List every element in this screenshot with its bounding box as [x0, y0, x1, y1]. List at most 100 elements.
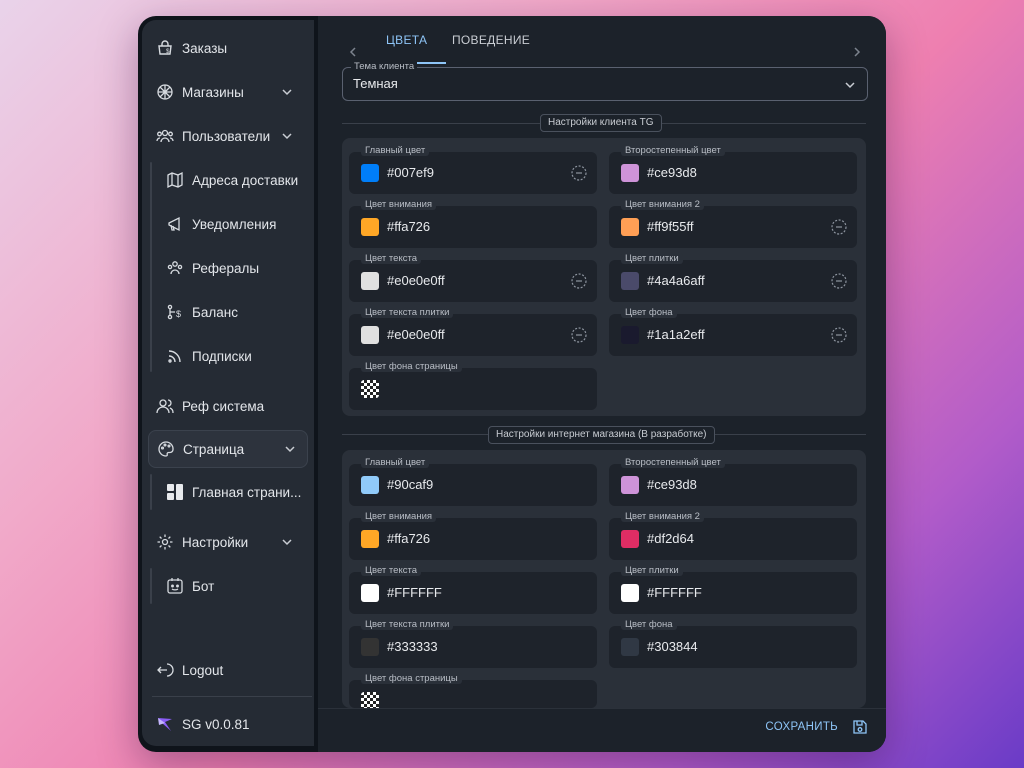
field-value: #303844 — [647, 639, 698, 654]
sidebar-item-orders[interactable]: $ Заказы — [148, 30, 304, 66]
color-swatch[interactable] — [621, 584, 639, 602]
theme-select[interactable]: Тема клиента Темная — [342, 61, 868, 101]
field-label: Цвет текста плитки — [361, 619, 454, 630]
clear-icon[interactable] — [571, 165, 587, 181]
field-label: Цвет внимания 2 — [621, 511, 704, 522]
color-swatch[interactable] — [621, 530, 639, 548]
field-label: Цвет фона страницы — [361, 673, 462, 684]
sidebar-item-label: Настройки — [182, 534, 249, 550]
color-swatch[interactable] — [361, 326, 379, 344]
field-label: Цвет внимания — [361, 199, 437, 210]
color-field[interactable]: Цвет текста #e0e0e0ff — [349, 253, 597, 302]
color-swatch[interactable] — [621, 476, 639, 494]
color-field[interactable]: Второстепенный цвет #ce93d8 — [609, 145, 857, 194]
save-button[interactable]: СОХРАНИТЬ — [765, 721, 838, 733]
color-swatch[interactable] — [621, 326, 639, 344]
scroll-right-icon[interactable] — [852, 46, 862, 58]
clear-icon[interactable] — [831, 327, 847, 343]
color-swatch[interactable] — [361, 476, 379, 494]
color-field[interactable]: Цвет плитки #FFFFFF — [609, 565, 857, 614]
color-field[interactable]: Цвет фона #303844 — [609, 619, 857, 668]
referrals-icon — [166, 259, 184, 277]
theme-select-label: Тема клиента — [351, 61, 418, 72]
field-label: Цвет плитки — [621, 565, 683, 576]
sidebar-item-label: Подписки — [192, 348, 252, 364]
section-title: Настройки интернет магазина (В разработк… — [488, 426, 715, 444]
color-field[interactable]: Цвет текста плитки #333333 — [349, 619, 597, 668]
color-field[interactable]: Цвет фона #1a1a2eff — [609, 307, 857, 356]
sidebar-item-notifications[interactable]: Уведомления — [160, 206, 308, 242]
sidebar-item-main-page[interactable]: Главная страни... — [160, 474, 308, 510]
palette-icon — [157, 440, 175, 458]
color-swatch[interactable] — [361, 218, 379, 236]
color-field[interactable]: Цвет внимания #ffa726 — [349, 511, 597, 560]
footer-bar: СОХРАНИТЬ — [318, 708, 886, 752]
sidebar-item-label: Страница — [183, 441, 245, 457]
color-field[interactable]: Цвет внимания #ffa726 — [349, 199, 597, 248]
main-content: ЦВЕТА ПОВЕДЕНИЕ Тема клиента Темная Наст… — [318, 16, 886, 752]
color-field[interactable]: Цвет внимания 2 #ff9f55ff — [609, 199, 857, 248]
sidebar-item-settings[interactable]: Настройки — [148, 524, 304, 560]
sidebar: $ Заказы Магазины Пользователи Адреса до… — [142, 20, 314, 746]
save-icon[interactable] — [852, 719, 868, 735]
section-title: Настройки клиента TG — [540, 114, 662, 132]
color-swatch[interactable] — [621, 638, 639, 656]
field-label: Цвет фона — [621, 307, 677, 318]
field-label: Второстепенный цвет — [621, 145, 725, 156]
tab-colors[interactable]: ЦВЕТА — [386, 33, 427, 47]
sidebar-item-balance[interactable]: $ Баланс — [160, 294, 308, 330]
color-field[interactable]: Цвет фона страницы — [349, 673, 597, 710]
theme-select-value: Темная — [353, 76, 398, 91]
color-swatch[interactable] — [621, 164, 639, 182]
scroll-left-icon[interactable] — [348, 46, 358, 58]
sidebar-item-label: Заказы — [182, 40, 228, 56]
color-field[interactable]: Цвет фона страницы — [349, 361, 597, 410]
transparent-swatch[interactable] — [361, 380, 379, 398]
sidebar-item-ref-system[interactable]: Реф система — [148, 388, 304, 424]
sidebar-item-label: Главная страни... — [192, 484, 302, 500]
chevron-down-icon — [843, 78, 857, 92]
color-swatch[interactable] — [621, 272, 639, 290]
megaphone-icon — [166, 215, 184, 233]
color-field[interactable]: Цвет плитки #4a4a6aff — [609, 253, 857, 302]
clear-icon[interactable] — [831, 273, 847, 289]
sidebar-item-bot[interactable]: Бот — [160, 568, 308, 604]
field-label: Главный цвет — [361, 457, 430, 468]
color-field[interactable]: Второстепенный цвет #ce93d8 — [609, 457, 857, 506]
color-field[interactable]: Главный цвет #90caf9 — [349, 457, 597, 506]
color-swatch[interactable] — [621, 218, 639, 236]
sidebar-item-label: Рефералы — [192, 260, 260, 276]
field-value: #e0e0e0ff — [387, 327, 445, 342]
color-swatch[interactable] — [361, 164, 379, 182]
clear-icon[interactable] — [571, 273, 587, 289]
clear-icon[interactable] — [571, 327, 587, 343]
field-label: Главный цвет — [361, 145, 430, 156]
field-value: #ce93d8 — [647, 165, 697, 180]
color-field[interactable]: Цвет текста плитки #e0e0e0ff — [349, 307, 597, 356]
app-version: SG v0.0.81 — [148, 706, 304, 742]
svg-text:$: $ — [176, 309, 181, 319]
field-value: #ffa726 — [387, 219, 431, 234]
sidebar-item-label: Магазины — [182, 84, 244, 100]
color-swatch[interactable] — [361, 584, 379, 602]
color-swatch[interactable] — [361, 638, 379, 656]
version-label: SG v0.0.81 — [182, 716, 250, 732]
color-swatch[interactable] — [361, 272, 379, 290]
color-field[interactable]: Главный цвет #007ef9 — [349, 145, 597, 194]
field-label: Цвет фона страницы — [361, 361, 462, 372]
color-field[interactable]: Цвет текста #FFFFFF — [349, 565, 597, 614]
clear-icon[interactable] — [831, 219, 847, 235]
sidebar-item-delivery-addresses[interactable]: Адреса доставки — [160, 162, 308, 198]
sidebar-item-subscriptions[interactable]: Подписки — [160, 338, 308, 374]
sidebar-item-page[interactable]: Страница — [148, 430, 308, 468]
tab-behavior[interactable]: ПОВЕДЕНИЕ — [452, 33, 530, 47]
sidebar-item-logout[interactable]: Logout — [148, 652, 304, 688]
sidebar-item-shops[interactable]: Магазины — [148, 74, 304, 110]
color-swatch[interactable] — [361, 530, 379, 548]
color-field[interactable]: Цвет внимания 2 #df2d64 — [609, 511, 857, 560]
field-value: #FFFFFF — [647, 585, 702, 600]
sidebar-item-users[interactable]: Пользователи — [148, 118, 304, 154]
sidebar-item-referrals[interactable]: Рефералы — [160, 250, 308, 286]
field-value: #ce93d8 — [647, 477, 697, 492]
chevron-down-icon — [280, 535, 294, 549]
